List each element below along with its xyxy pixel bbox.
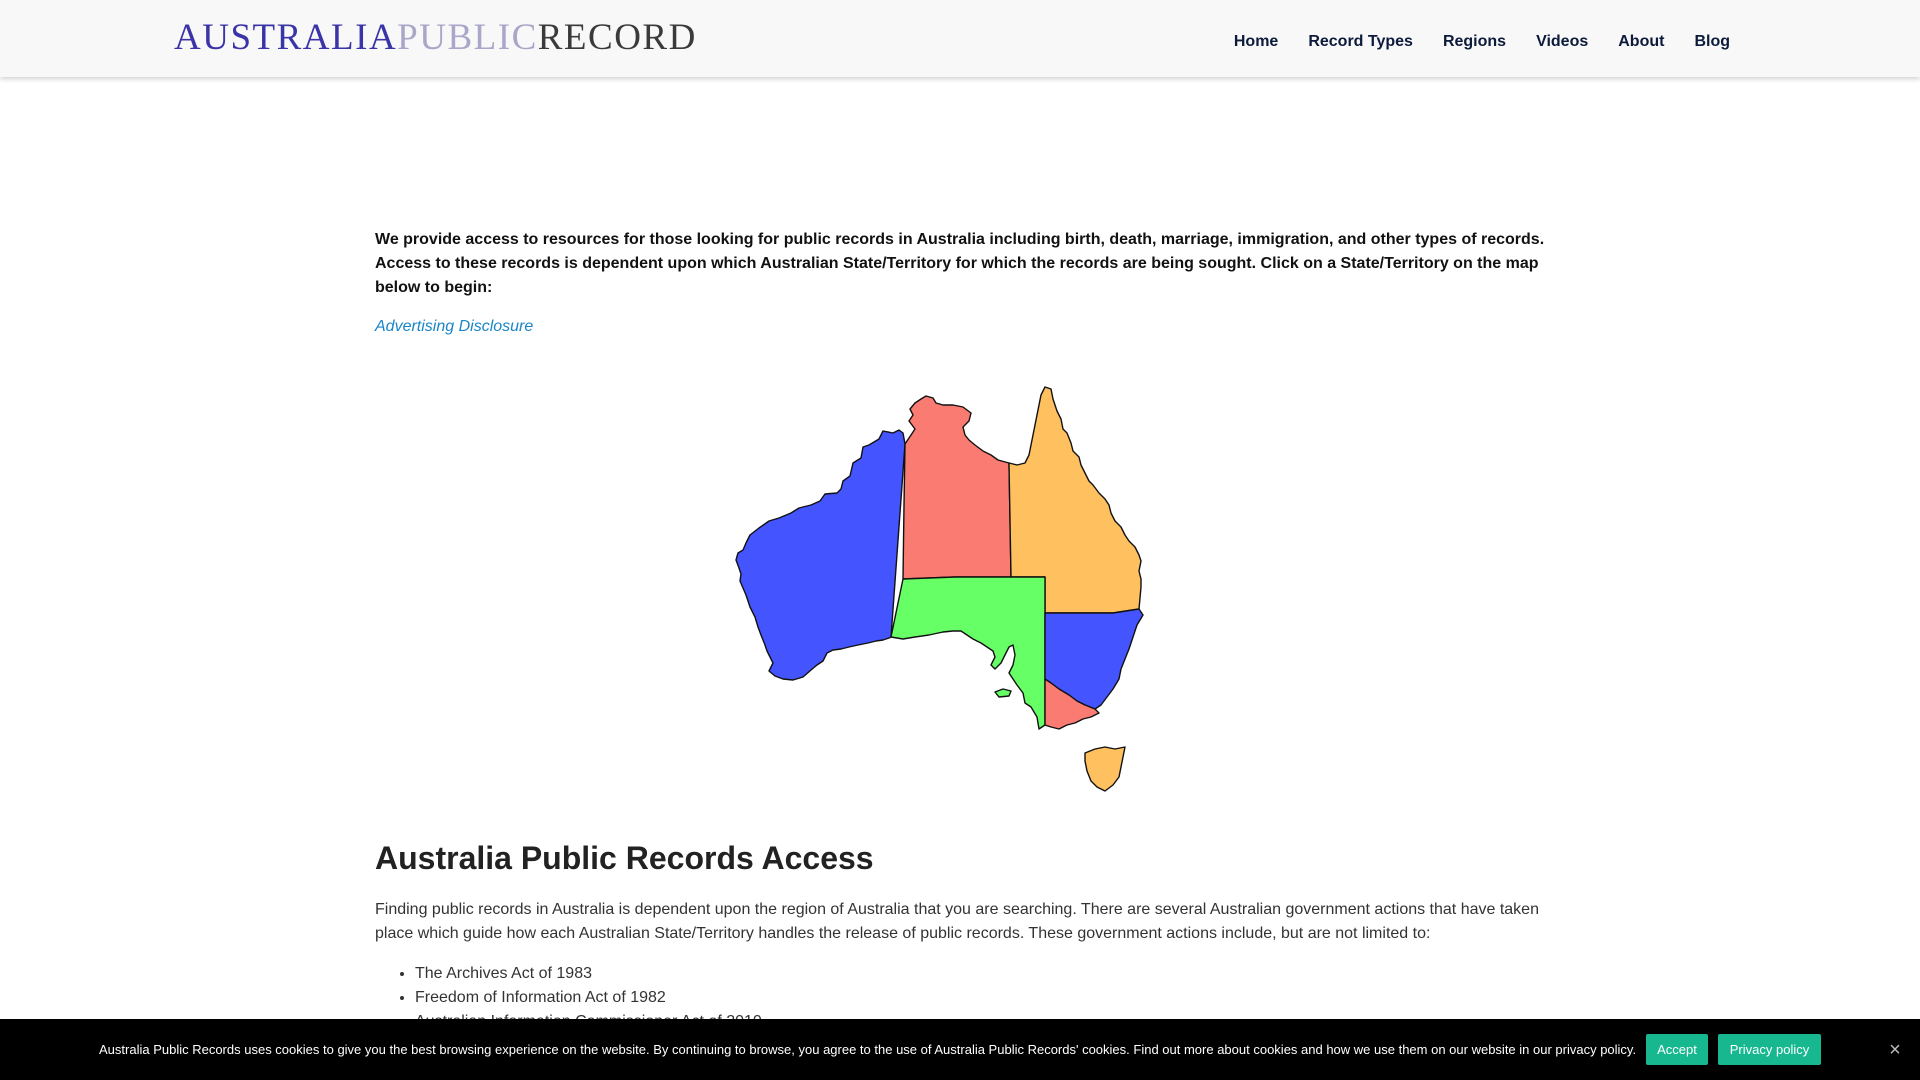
cookie-notice-text: Australia Public Records uses cookies to… (99, 1042, 1637, 1057)
nav-record-types[interactable]: Record Types (1308, 31, 1413, 53)
logo-part-australia: AUSTRALIA (174, 17, 398, 58)
map-region-south-australia[interactable]: South Australia (890, 576, 1046, 730)
list-item: The Archives Act of 1983 (415, 962, 1550, 986)
close-icon[interactable]: × (1884, 1039, 1906, 1061)
main-nav: Home Record Types Regions Videos About B… (1204, 31, 1730, 53)
section-body: Finding public records in Australia is d… (375, 901, 1539, 942)
privacy-policy-button[interactable]: Privacy policy (1718, 1034, 1821, 1065)
logo-part-public: PUBLIC (397, 17, 538, 58)
nav-about[interactable]: About (1618, 31, 1664, 53)
map-region-western-australia[interactable]: Western Australia (735, 429, 906, 681)
advertising-disclosure-link[interactable]: Advertising Disclosure (375, 316, 533, 338)
map-region-tasmania[interactable]: Tasmania (1084, 746, 1126, 792)
site-logo[interactable]: AUSTRALIAPUBLICRECORD (174, 16, 697, 60)
intro-text: We provide access to resources for those… (375, 231, 1545, 296)
cookie-accept-button[interactable]: Accept (1646, 1034, 1708, 1065)
site-header: AUSTRALIAPUBLICRECORD Home Record Types … (0, 0, 1920, 77)
map-region-south-australia-island[interactable]: South Australia (994, 688, 1012, 698)
nav-home[interactable]: Home (1234, 31, 1278, 53)
section-title: Australia Public Records Access (375, 840, 874, 876)
cookie-consent-bar: Australia Public Records uses cookies to… (0, 1019, 1920, 1080)
nav-regions[interactable]: Regions (1443, 31, 1506, 53)
intro-section: We provide access to resources for those… (375, 228, 1550, 338)
logo-part-record: RECORD (537, 17, 697, 58)
australia-map: Western Australia Northern Territory Que… (733, 385, 1193, 800)
nav-videos[interactable]: Videos (1536, 31, 1588, 53)
map-region-northern-territory[interactable]: Northern Territory (902, 395, 1012, 580)
list-item: Freedom of Information Act of 1982 (415, 986, 1550, 1010)
nav-blog[interactable]: Blog (1694, 31, 1730, 53)
records-access-section: Australia Public Records Access Finding … (375, 838, 1550, 1034)
